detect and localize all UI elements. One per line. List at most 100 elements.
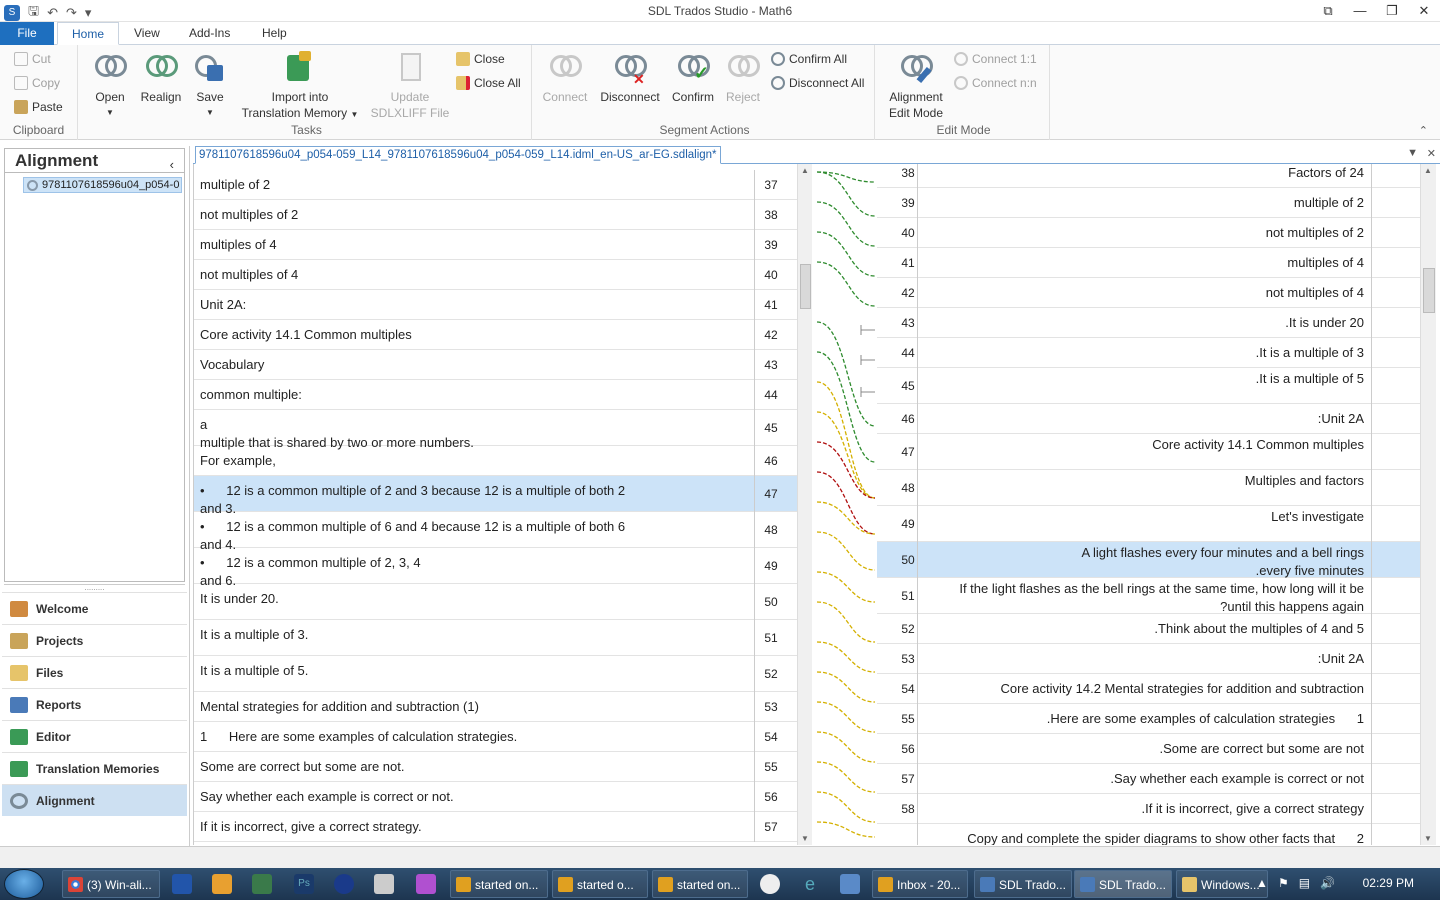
save-alignment-button[interactable]: Save ▼ — [192, 51, 228, 121]
target-segment-text[interactable]: .Some are correct but some are not — [924, 740, 1364, 758]
source-segment-row[interactable]: not multiples of 2 38 — [194, 200, 797, 230]
realign-button[interactable]: Realign — [138, 51, 184, 105]
target-segment-text[interactable]: .It is a multiple of 5 — [924, 370, 1364, 388]
source-segment-text[interactable]: It is under 20. — [200, 590, 750, 608]
target-segment-row[interactable]: 50 A light flashes every four minutes and… — [877, 542, 1420, 578]
source-segment-row[interactable]: Vocabulary 43 — [194, 350, 797, 380]
source-segment-text[interactable]: If it is incorrect, give a correct strat… — [200, 818, 750, 836]
alignment-link[interactable] — [816, 761, 876, 793]
close-button[interactable]: Close — [454, 49, 505, 69]
tab-help[interactable]: Help — [248, 22, 301, 45]
splitter-grip[interactable]: ......... — [4, 584, 185, 592]
photoshop-icon[interactable]: Ps — [294, 874, 314, 894]
target-segment-row[interactable]: Copy and complete the spider diagrams to… — [877, 824, 1420, 845]
import-into-tm-button[interactable]: Import into Translation Memory ▼ — [240, 51, 360, 123]
target-segment-row[interactable]: 58 .If it is incorrect, give a correct st… — [877, 794, 1420, 824]
source-segment-row[interactable]: • 12 is a common multiple of 2, 3, 4 and… — [194, 548, 797, 588]
target-segment-row[interactable]: 56 .Some are correct but some are not — [877, 734, 1420, 764]
taskbar-sdl-trados-active[interactable]: SDL Trado... — [1074, 870, 1172, 898]
source-segment-row[interactable]: • 12 is a common multiple of 6 and 4 bec… — [194, 512, 797, 552]
source-segment-text[interactable]: Mental strategies for addition and subtr… — [200, 698, 750, 716]
alignment-link[interactable] — [816, 671, 876, 703]
source-segment-row[interactable]: not multiples of 4 40 — [194, 260, 797, 290]
target-segment-text[interactable]: :Unit 2A — [924, 410, 1364, 428]
alignment-link[interactable] — [816, 321, 876, 427]
app-icon[interactable] — [334, 874, 354, 894]
minimize-button[interactable]: — — [1344, 0, 1376, 22]
show-hidden-icons-icon[interactable]: ▲ — [1256, 876, 1268, 890]
source-segment-row[interactable]: • 12 is a common multiple of 2 and 3 bec… — [194, 476, 797, 516]
connect-button[interactable]: Connect — [539, 51, 591, 105]
alignment-edit-mode-button[interactable]: Alignment Edit Mode — [884, 51, 948, 121]
source-segment-text[interactable]: multiples of 4 — [200, 236, 750, 254]
start-button[interactable] — [4, 869, 44, 899]
target-segment-text[interactable]: Multiples and factors — [924, 472, 1364, 490]
target-segment-text[interactable]: .It is a multiple of 3 — [924, 344, 1364, 362]
target-segment-row[interactable]: 38 Factors of 24 — [877, 164, 1420, 188]
target-segment-row[interactable]: 41 multiples of 4 — [877, 248, 1420, 278]
source-segment-row[interactable]: Core activity 14.1 Common multiples 42 — [194, 320, 797, 350]
scroll-up-icon[interactable]: ▲ — [1424, 166, 1432, 175]
source-segment-row[interactable]: 1 Here are some examples of calculation … — [194, 722, 797, 752]
source-segment-text[interactable]: For example, — [200, 452, 750, 470]
target-segment-text[interactable]: not multiples of 4 — [924, 284, 1364, 302]
source-segment-row[interactable]: common multiple: 44 — [194, 380, 797, 410]
target-segment-row[interactable]: 44 .It is a multiple of 3 — [877, 338, 1420, 368]
source-segment-text[interactable]: It is a multiple of 3. — [200, 626, 750, 644]
tab-file[interactable]: File — [0, 22, 54, 45]
cut-button[interactable]: Cut — [12, 49, 51, 69]
target-segment-text[interactable]: Core activity 14.1 Common multiples — [924, 436, 1364, 454]
source-segment-text[interactable]: Say whether each example is correct or n… — [200, 788, 750, 806]
target-segment-row[interactable]: 40 not multiples of 2 — [877, 218, 1420, 248]
target-segment-row[interactable]: 51 If the light flashes as the bell rings… — [877, 578, 1420, 614]
taskbar-task[interactable]: started o... — [552, 870, 648, 898]
document-tab[interactable]: 9781107618596u04_p054-059_L14_9781107618… — [195, 146, 721, 164]
source-segment-row[interactable]: multiple of 2 37 — [194, 170, 797, 200]
connect-n-n-button[interactable]: Connect n:n — [952, 73, 1037, 93]
flag-icon[interactable]: ⚑ — [1278, 876, 1289, 890]
app-icon[interactable] — [840, 874, 860, 894]
alignment-link[interactable] — [816, 601, 876, 643]
target-segment-text[interactable]: Factors of 24 — [924, 164, 1364, 182]
alignment-link[interactable] — [816, 571, 876, 603]
source-segment-row[interactable]: If it is incorrect, give a correct strat… — [194, 812, 797, 842]
alignment-link[interactable] — [816, 201, 876, 247]
source-segment-row[interactable]: It is under 20. 50 — [194, 584, 797, 620]
target-segment-row[interactable]: 52 .Think about the multiples of 4 and 5 — [877, 614, 1420, 644]
alignment-link[interactable] — [816, 261, 876, 307]
taskbar-chrome[interactable]: (3) Win-ali... — [62, 870, 160, 898]
scroll-thumb[interactable] — [1423, 268, 1435, 313]
scroll-thumb[interactable] — [800, 264, 811, 309]
taskbar-task[interactable]: started on... — [450, 870, 548, 898]
alignment-link[interactable] — [816, 731, 876, 763]
taskbar-clock[interactable]: 02:29 PM — [1363, 876, 1414, 890]
target-segment-text[interactable]: Core activity 14.2 Mental strategies for… — [924, 680, 1364, 698]
nav-alignment[interactable]: Alignment — [2, 784, 187, 816]
taskbar-outlook[interactable]: Inbox - 20... — [872, 870, 968, 898]
collapse-panel-icon[interactable]: ‹ — [170, 153, 174, 177]
disconnect-button[interactable]: ✕ Disconnect — [597, 51, 663, 105]
target-segment-row[interactable]: 45 .It is a multiple of 5 — [877, 368, 1420, 404]
copy-button[interactable]: Copy — [12, 73, 60, 93]
target-segment-row[interactable]: 47 Core activity 14.1 Common multiples — [877, 434, 1420, 470]
alignment-link[interactable] — [816, 821, 876, 838]
taskbar-sdl-trados[interactable]: SDL Trado... — [974, 870, 1072, 898]
tab-view[interactable]: View — [120, 22, 174, 45]
source-segment-text[interactable]: Some are correct but some are not. — [200, 758, 750, 776]
tree-item-alignment-file[interactable]: 9781107618596u04_p054-0 — [23, 177, 182, 193]
source-segment-row[interactable]: Mental strategies for addition and subtr… — [194, 692, 797, 722]
source-segment-text[interactable]: not multiples of 2 — [200, 206, 750, 224]
nav-files[interactable]: Files — [2, 656, 187, 688]
confirm-all-button[interactable]: Confirm All — [769, 49, 847, 69]
nav-translation-memories[interactable]: Translation Memories — [2, 752, 187, 784]
calculator-icon[interactable] — [374, 874, 394, 894]
alignment-link[interactable] — [816, 411, 876, 499]
open-button[interactable]: Open ▼ — [90, 51, 130, 121]
confirm-button[interactable]: ✓ Confirm — [669, 51, 717, 105]
target-segment-row[interactable]: 55 .Here are some examples of calculation… — [877, 704, 1420, 734]
close-all-button[interactable]: Close All — [454, 73, 521, 93]
target-segment-row[interactable]: 48 Multiples and factors — [877, 470, 1420, 506]
taskbar-windows-explorer[interactable]: Windows... — [1176, 870, 1268, 898]
tab-home[interactable]: Home — [57, 22, 120, 45]
app-icon[interactable] — [416, 874, 436, 894]
